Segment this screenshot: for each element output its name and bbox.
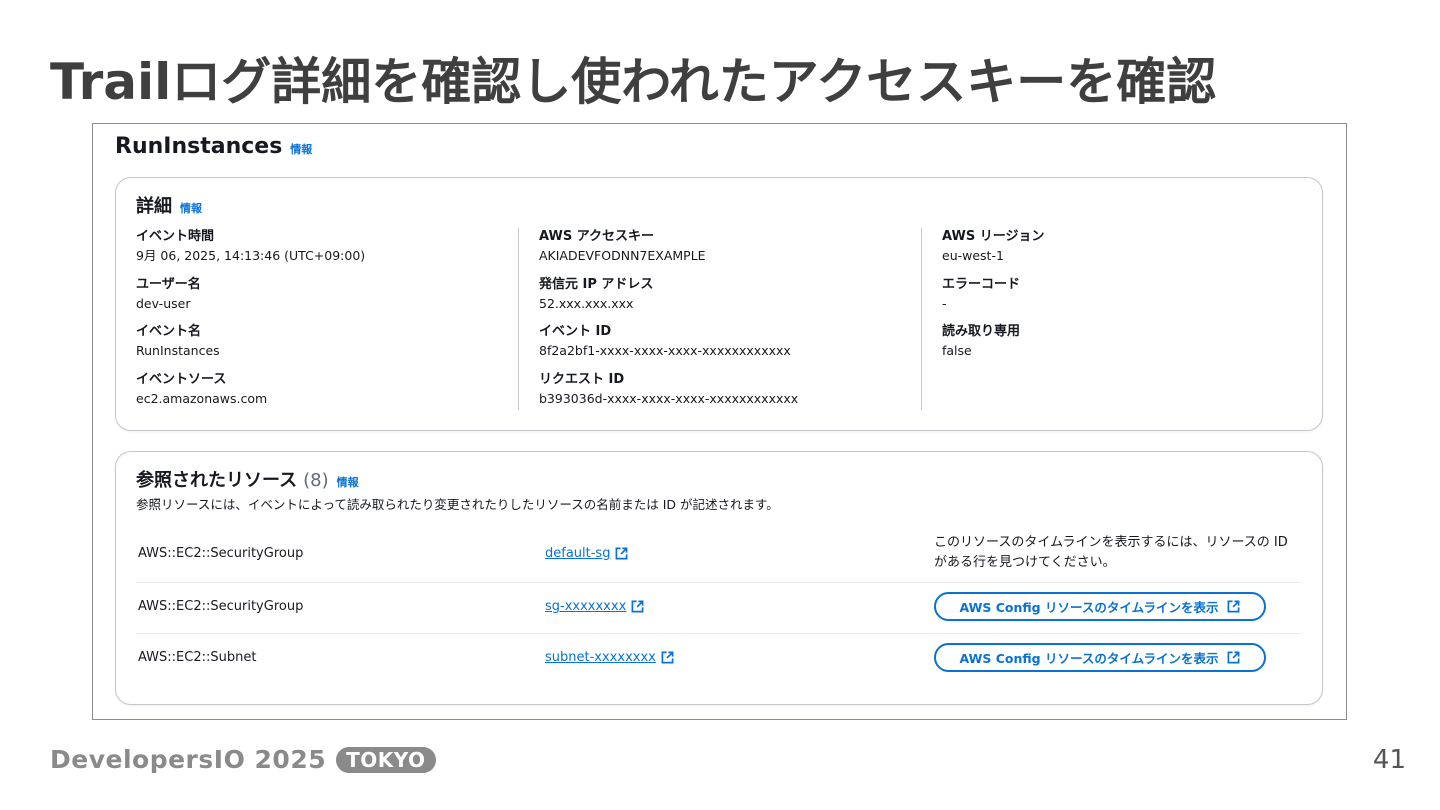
detail-read-only: 読み取り専用 false bbox=[942, 323, 1044, 371]
detail-label: 発信元 IP アドレス bbox=[539, 276, 654, 292]
detail-region: AWS リージョン eu-west-1 bbox=[942, 228, 1044, 276]
resources-title: 参照されたリソース bbox=[136, 470, 298, 491]
view-config-timeline-button[interactable]: AWS Config リソースのタイムラインを表示 bbox=[934, 592, 1266, 621]
slide-title: Trailログ詳細を確認し使われたアクセスキーを確認 bbox=[50, 53, 1217, 111]
detail-value: 52.xxx.xxx.xxx bbox=[539, 295, 634, 311]
brand-location-tag: TOKYO bbox=[336, 746, 436, 773]
external-link-icon bbox=[631, 600, 644, 613]
page-number: 41 bbox=[1372, 745, 1406, 775]
detail-label: AWS アクセスキー bbox=[539, 229, 655, 244]
detail-user-name: ユーザー名 dev-user bbox=[136, 276, 365, 324]
timeline-help-text: このリソースのタイムラインを表示するには、リソースの ID がある行を見つけてく… bbox=[934, 535, 1288, 570]
resource-type: AWS::EC2::SecurityGroup bbox=[138, 546, 304, 561]
detail-label: イベント名 bbox=[136, 324, 202, 339]
detail-label: エラーコード bbox=[942, 276, 1021, 292]
details-column-3: AWS リージョン eu-west-1 エラーコード - 読み取り専用 fals… bbox=[921, 228, 1044, 410]
details-info-link[interactable]: 情報 bbox=[180, 200, 202, 216]
detail-value: eu-west-1 bbox=[942, 248, 1004, 263]
table-row: AWS::EC2::SecurityGroup sg-xxxxxxxx AWS … bbox=[136, 583, 1302, 634]
detail-value: 9月 06, 2025, 14:13:46 (UTC+09:00) bbox=[136, 248, 366, 263]
resource-name-link[interactable]: subnet-xxxxxxxx bbox=[545, 650, 674, 665]
resources-table: AWS::EC2::SecurityGroup default-sg このリソー… bbox=[136, 528, 1302, 684]
table-row: AWS::EC2::SecurityGroup default-sg このリソー… bbox=[136, 528, 1302, 583]
referenced-resources-card: 参照されたリソース (8) 情報 参照リソースには、イベントによって読み取られた… bbox=[115, 451, 1323, 705]
heading-info-link[interactable]: 情報 bbox=[290, 141, 312, 157]
cloudtrail-event-screenshot: RunInstances 情報 詳細 情報 イベント時間 9月 06, 2025… bbox=[92, 123, 1347, 720]
brand-name: DevelopersIO 2025 bbox=[50, 745, 327, 774]
detail-request-id: リクエスト ID b393036d-xxxx-xxxx-xxxx-xxxxxxx… bbox=[539, 371, 798, 419]
detail-label: イベント ID bbox=[539, 324, 612, 339]
detail-label: イベントソース bbox=[136, 371, 227, 387]
detail-value: AKIADEVFODNN7EXAMPLE bbox=[539, 248, 706, 263]
resources-info-link[interactable]: 情報 bbox=[337, 474, 359, 490]
event-header: RunInstances 情報 bbox=[115, 134, 312, 159]
detail-label: イベント時間 bbox=[136, 229, 215, 244]
detail-event-id: イベント ID 8f2a2bf1-xxxx-xxxx-xxxx-xxxxxxxx… bbox=[539, 323, 798, 371]
detail-label: リクエスト ID bbox=[539, 371, 625, 387]
detail-value: RunInstances bbox=[136, 343, 220, 358]
detail-label: 読み取り専用 bbox=[942, 324, 1021, 339]
detail-access-key: AWS アクセスキー AKIADEVFODNN7EXAMPLE bbox=[539, 228, 798, 276]
details-title: 詳細 bbox=[136, 196, 172, 217]
detail-value: - bbox=[942, 295, 947, 311]
detail-label: AWS リージョン bbox=[942, 229, 1045, 244]
details-header: 詳細 情報 bbox=[136, 192, 202, 218]
resource-name: subnet-xxxxxxxx bbox=[545, 650, 656, 665]
resources-count: (8) bbox=[303, 470, 329, 491]
detail-event-time: イベント時間 9月 06, 2025, 14:13:46 (UTC+09:00) bbox=[136, 228, 365, 276]
detail-source-ip: 発信元 IP アドレス 52.xxx.xxx.xxx bbox=[539, 276, 798, 324]
event-brand-logo: DevelopersIO 2025 TOKYO bbox=[50, 745, 436, 774]
resources-header: 参照されたリソース (8) 情報 bbox=[136, 466, 359, 492]
external-link-icon bbox=[1228, 600, 1240, 613]
detail-error-code: エラーコード - bbox=[942, 276, 1044, 324]
resource-name-link[interactable]: sg-xxxxxxxx bbox=[545, 599, 644, 614]
detail-event-name: イベント名 RunInstances bbox=[136, 323, 365, 371]
details-column-2: AWS アクセスキー AKIADEVFODNN7EXAMPLE 発信元 IP ア… bbox=[518, 228, 798, 410]
detail-event-source: イベントソース ec2.amazonaws.com bbox=[136, 371, 365, 419]
detail-value: ec2.amazonaws.com bbox=[136, 390, 268, 406]
detail-value: false bbox=[942, 343, 972, 358]
button-label: AWS Config リソースのタイムラインを表示 bbox=[959, 651, 1219, 666]
resource-name: default-sg bbox=[545, 546, 611, 561]
resource-type: AWS::EC2::SecurityGroup bbox=[138, 599, 304, 614]
resource-type: AWS::EC2::Subnet bbox=[138, 650, 257, 665]
details-column-1: イベント時間 9月 06, 2025, 14:13:46 (UTC+09:00)… bbox=[136, 228, 365, 418]
event-name-heading: RunInstances bbox=[115, 134, 283, 159]
button-label: AWS Config リソースのタイムラインを表示 bbox=[959, 600, 1219, 615]
resources-description: 参照リソースには、イベントによって読み取られたり変更されたりしたリソースの名前ま… bbox=[136, 497, 779, 512]
external-link-icon bbox=[616, 547, 628, 560]
table-row: AWS::EC2::Subnet subnet-xxxxxxxx AWS Con… bbox=[136, 634, 1302, 684]
resource-name: sg-xxxxxxxx bbox=[545, 599, 627, 614]
detail-label: ユーザー名 bbox=[136, 276, 201, 292]
view-config-timeline-button[interactable]: AWS Config リソースのタイムラインを表示 bbox=[934, 643, 1266, 672]
detail-value: dev-user bbox=[136, 295, 191, 311]
detail-value: b393036d-xxxx-xxxx-xxxx-xxxxxxxxxxxx bbox=[539, 390, 799, 406]
resource-name-link[interactable]: default-sg bbox=[545, 546, 628, 561]
details-card: 詳細 情報 イベント時間 9月 06, 2025, 14:13:46 (UTC+… bbox=[115, 177, 1323, 431]
external-link-icon bbox=[661, 651, 674, 664]
detail-value: 8f2a2bf1-xxxx-xxxx-xxxx-xxxxxxxxxxxx bbox=[539, 343, 791, 358]
external-link-icon bbox=[1228, 651, 1240, 664]
